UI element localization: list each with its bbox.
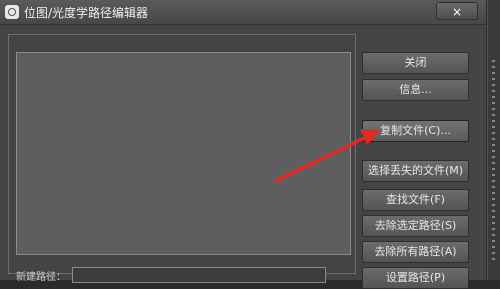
app-icon: [5, 5, 19, 19]
title-bar[interactable]: 位图/光度学路径编辑器 ×: [0, 0, 486, 25]
close-window-button[interactable]: ×: [436, 2, 478, 20]
path-list[interactable]: [16, 52, 351, 255]
new-path-label: 新建路径：: [16, 272, 66, 283]
path-editor-window: 位图/光度学路径编辑器 × 关闭 信息... 复制文件(C)... 选择丢失的文…: [0, 0, 487, 289]
strip-all-paths-button[interactable]: 去除所有路径(A): [362, 241, 469, 263]
select-missing-files-button[interactable]: 选择丢失的文件(M): [362, 160, 469, 182]
copy-files-button[interactable]: 复制文件(C)...: [362, 120, 469, 142]
background-panel-edge: [487, 0, 500, 280]
close-button[interactable]: 关闭: [362, 52, 469, 74]
strip-selected-paths-button[interactable]: 去除选定路径(S): [362, 215, 469, 237]
find-files-button[interactable]: 查找文件(F): [362, 189, 469, 211]
set-path-button[interactable]: 设置路径(P): [362, 267, 469, 289]
info-button[interactable]: 信息...: [362, 79, 469, 101]
window-title: 位图/光度学路径编辑器: [24, 6, 149, 20]
new-path-input[interactable]: [72, 267, 326, 283]
